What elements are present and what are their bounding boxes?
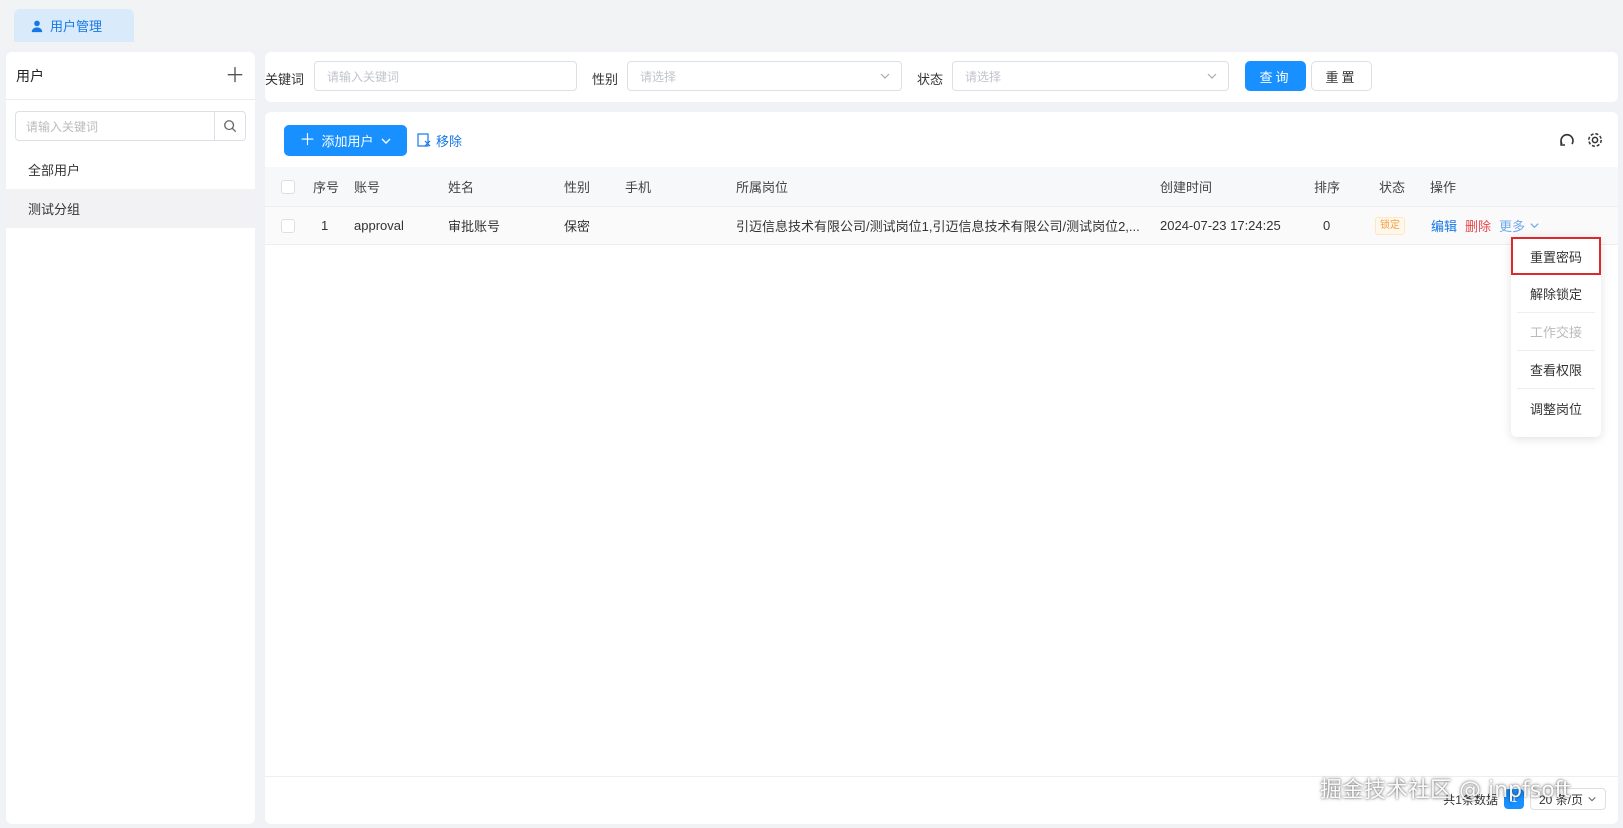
sidebar-title: 用户	[16, 67, 44, 84]
status-badge-text: 锁定	[1375, 216, 1405, 235]
column-header: 账号	[354, 180, 381, 195]
add-user-button[interactable]: ＋ 添加用户	[284, 125, 407, 156]
sidebar-search: 请输入关键词	[15, 111, 246, 141]
column-header: 序号	[313, 180, 340, 195]
user-icon	[31, 20, 43, 32]
chevron-down-icon	[880, 73, 890, 79]
add-user-label: 添加用户	[321, 134, 374, 149]
column-header: 创建时间	[1160, 180, 1213, 195]
row-position: 引迈信息技术有限公司/测试岗位1,引迈信息技术有限公司/测试岗位2,...	[736, 219, 1140, 234]
chevron-down-icon	[1207, 73, 1217, 79]
more-menu: 重置密码 解除锁定 工作交接 查看权限 调整岗位	[1511, 237, 1601, 437]
sidebar-item-all-users[interactable]: 全部用户	[6, 150, 255, 189]
table-row: 1 approval 审批账号 保密 引迈信息技术有限公司/测试岗位1,引迈信息…	[265, 207, 1618, 245]
remove-user-icon	[417, 133, 431, 147]
keyword-label: 关键词	[265, 72, 305, 87]
watermark: 掘金技术社区 @ jnpfsoft	[1320, 778, 1571, 803]
plus-icon: ＋	[299, 131, 316, 149]
remove-label: 移除	[436, 133, 463, 149]
delete-link[interactable]: 删除	[1465, 216, 1491, 235]
gender-label: 性别	[592, 72, 619, 87]
column-header: 操作	[1430, 180, 1457, 195]
column-header: 所属岗位	[736, 180, 789, 195]
sidebar-item-label: 测试分组	[28, 202, 81, 217]
tab-user-management[interactable]: 用户管理	[14, 9, 134, 42]
sidebar-item-test-group[interactable]: 测试分组	[6, 189, 255, 228]
sidebar-item-label: 全部用户	[28, 163, 81, 178]
edit-link[interactable]: 编辑	[1431, 216, 1457, 235]
more-label: 更多	[1499, 219, 1526, 234]
menu-item-unlock[interactable]: 解除锁定	[1517, 275, 1595, 313]
tab-bar: 用户管理	[0, 0, 1623, 48]
sidebar-search-input[interactable]: 请输入关键词	[16, 112, 214, 140]
group-list: 全部用户 测试分组	[6, 150, 255, 228]
gear-icon[interactable]	[1586, 131, 1604, 149]
select-all-checkbox[interactable]	[281, 167, 295, 206]
reset-button[interactable]: 重置	[1311, 61, 1372, 91]
row-name: 审批账号	[448, 219, 501, 234]
search-button[interactable]	[214, 112, 245, 140]
status-label: 状态	[917, 72, 944, 87]
chevron-down-icon	[1530, 223, 1539, 229]
row-checkbox[interactable]	[281, 207, 295, 244]
gender-placeholder: 请选择	[640, 69, 677, 84]
gender-select[interactable]: 请选择	[627, 61, 902, 91]
status-select[interactable]: 请选择	[952, 61, 1229, 91]
remove-button[interactable]: 移除	[416, 128, 462, 152]
status-badge: 锁定	[1375, 207, 1405, 244]
search-icon	[224, 120, 237, 133]
column-header: 姓名	[448, 180, 475, 195]
chevron-down-icon	[381, 138, 391, 144]
column-header: 手机	[625, 180, 652, 195]
refresh-icon[interactable]	[1558, 131, 1576, 149]
row-index: 1	[321, 218, 329, 233]
column-header: 状态	[1379, 180, 1406, 195]
tab-label: 用户管理	[50, 19, 103, 34]
plus-icon[interactable]: ＋	[225, 66, 245, 86]
row-sort: 0	[1323, 218, 1331, 233]
sidebar: 用户 ＋ 请输入关键词 全部用户 测试分组	[6, 52, 255, 824]
user-table-panel: ＋ 添加用户 移除 序号 账号 姓名 性别 手机 所属岗位 创建时间 排序 状态…	[265, 112, 1618, 824]
sidebar-header: 用户 ＋	[6, 52, 255, 100]
menu-item-reset-password[interactable]: 重置密码	[1511, 237, 1601, 275]
column-header: 排序	[1314, 180, 1341, 195]
menu-item-view-permissions[interactable]: 查看权限	[1517, 351, 1595, 389]
chevron-down-icon	[1588, 796, 1596, 802]
search-submit-button[interactable]: 查询	[1245, 61, 1306, 91]
status-placeholder: 请选择	[965, 69, 1002, 84]
table-header: 序号 账号 姓名 性别 手机 所属岗位 创建时间 排序 状态 操作	[265, 167, 1618, 207]
row-account: approval	[354, 218, 404, 233]
table-tools	[1558, 131, 1604, 149]
row-gender: 保密	[564, 219, 591, 234]
keyword-input[interactable]: 请输入关键词	[314, 61, 577, 91]
filter-bar: 关键词 请输入关键词 性别 请选择 状态 请选择 查询 重置	[265, 52, 1618, 102]
menu-item-adjust-position[interactable]: 调整岗位	[1517, 389, 1595, 427]
row-created: 2024-07-23 17:24:25	[1160, 218, 1281, 233]
column-header: 性别	[564, 180, 591, 195]
more-dropdown-trigger[interactable]: 更多	[1499, 216, 1540, 235]
menu-item-work-handover: 工作交接	[1517, 313, 1595, 351]
